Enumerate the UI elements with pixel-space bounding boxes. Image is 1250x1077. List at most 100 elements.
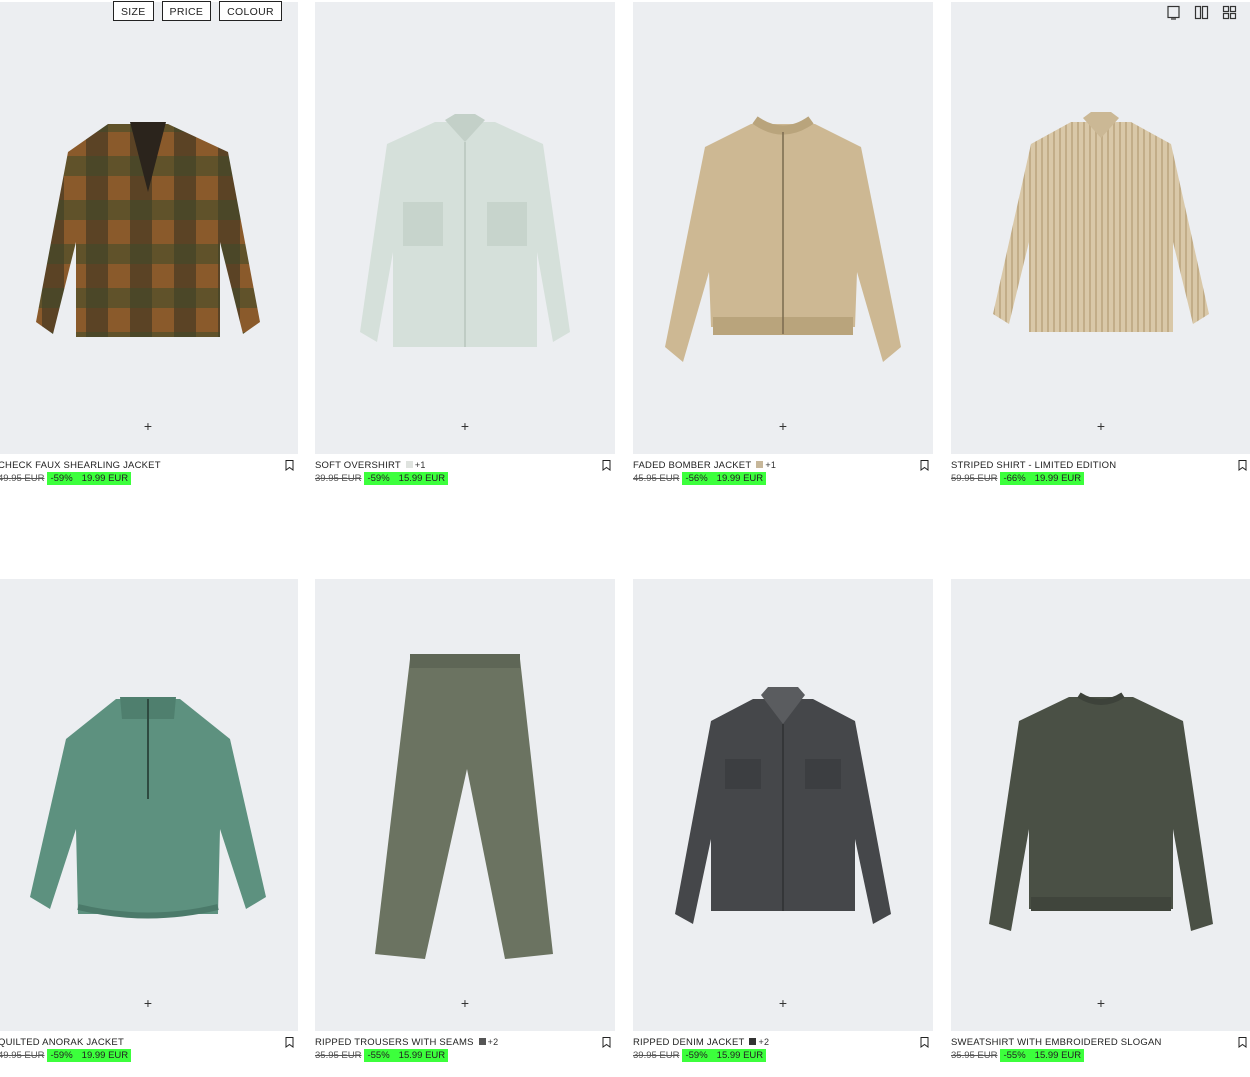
product-image[interactable]: + bbox=[315, 579, 615, 1031]
product-title[interactable]: SOFT OVERSHIRT +1 bbox=[315, 460, 426, 471]
discount-badge: -55% bbox=[364, 1049, 393, 1062]
discount-badge: -59% bbox=[47, 472, 76, 485]
price-filter-button[interactable]: PRICE bbox=[161, 1, 212, 21]
striped-shirt-illustration bbox=[993, 112, 1209, 332]
product-image[interactable]: + bbox=[0, 2, 298, 454]
discount-badge: -55% bbox=[1000, 1049, 1029, 1062]
product-image[interactable]: + bbox=[633, 2, 933, 454]
price-row: 39.95 EUR -59% 15.99 EUR bbox=[633, 1049, 767, 1063]
product-title-text: FADED BOMBER JACKET bbox=[633, 460, 752, 471]
original-price: 49.95 EUR bbox=[0, 1050, 45, 1061]
product-image[interactable]: + bbox=[951, 2, 1250, 454]
product-title-text: RIPPED DENIM JACKET bbox=[633, 1037, 745, 1048]
more-colors-count: +2 bbox=[487, 1037, 499, 1047]
add-to-bag-plus-icon[interactable]: + bbox=[1094, 996, 1108, 1010]
product-title[interactable]: RIPPED TROUSERS WITH SEAMS +2 bbox=[315, 1037, 498, 1048]
color-swatch bbox=[478, 1038, 486, 1045]
product-image[interactable]: + bbox=[633, 579, 933, 1031]
add-to-bag-plus-icon[interactable]: + bbox=[776, 419, 790, 433]
view-toggle-group bbox=[1166, 5, 1237, 20]
single-view-icon[interactable] bbox=[1166, 5, 1181, 20]
color-swatch bbox=[405, 461, 413, 468]
price-row: 49.95 EUR -59% 19.99 EUR bbox=[0, 472, 132, 486]
product-title-text: CHECK FAUX SHEARLING JACKET bbox=[0, 460, 161, 471]
original-price: 59.95 EUR bbox=[951, 473, 998, 484]
sale-price: 19.99 EUR bbox=[75, 1049, 132, 1062]
discount-badge: -59% bbox=[364, 472, 393, 485]
bookmark-icon[interactable] bbox=[285, 1037, 294, 1048]
sweatshirt-illustration bbox=[989, 692, 1213, 931]
colour-filter-button[interactable]: COLOUR bbox=[219, 1, 282, 21]
color-swatch bbox=[756, 461, 764, 468]
bookmark-icon[interactable] bbox=[1238, 1037, 1247, 1048]
add-to-bag-plus-icon[interactable]: + bbox=[458, 996, 472, 1010]
product-title[interactable]: FADED BOMBER JACKET +1 bbox=[633, 460, 776, 471]
filter-bar: SIZE PRICE COLOUR bbox=[113, 1, 282, 21]
product-title-row: RIPPED TROUSERS WITH SEAMS +2 bbox=[315, 1037, 615, 1049]
discount-badge: -66% bbox=[1000, 472, 1029, 485]
product-image[interactable]: + bbox=[315, 2, 615, 454]
add-to-bag-plus-icon[interactable]: + bbox=[141, 996, 155, 1010]
sale-price: 19.99 EUR bbox=[1028, 472, 1085, 485]
more-colors-count: +2 bbox=[758, 1037, 770, 1047]
check-jacket-illustration bbox=[36, 122, 260, 337]
product-title[interactable]: CHECK FAUX SHEARLING JACKET bbox=[0, 460, 161, 471]
color-swatch bbox=[749, 1038, 757, 1045]
sale-price: 15.99 EUR bbox=[1028, 1049, 1085, 1062]
product-title-row: SOFT OVERSHIRT +1 bbox=[315, 460, 615, 472]
product-title-row: RIPPED DENIM JACKET +2 bbox=[633, 1037, 933, 1049]
bookmark-icon[interactable] bbox=[920, 460, 929, 471]
add-to-bag-plus-icon[interactable]: + bbox=[141, 419, 155, 433]
overshirt-illustration bbox=[360, 114, 570, 347]
bookmark-icon[interactable] bbox=[1238, 460, 1247, 471]
product-title-text: SOFT OVERSHIRT bbox=[315, 460, 401, 471]
product-title[interactable]: SWEATSHIRT WITH EMBROIDERED SLOGAN bbox=[951, 1037, 1162, 1048]
original-price: 35.95 EUR bbox=[951, 1050, 998, 1061]
price-row: 59.95 EUR -66% 19.99 EUR bbox=[951, 472, 1085, 486]
product-title[interactable]: QUILTED ANORAK JACKET bbox=[0, 1037, 124, 1048]
bomber-illustration bbox=[665, 116, 901, 362]
original-price: 45.95 EUR bbox=[633, 473, 680, 484]
product-title-row: SWEATSHIRT WITH EMBROIDERED SLOGAN bbox=[951, 1037, 1250, 1049]
price-row: 45.95 EUR -56% 19.99 EUR bbox=[633, 472, 767, 486]
product-title-text: RIPPED TROUSERS WITH SEAMS bbox=[315, 1037, 474, 1048]
price-row: 39.95 EUR -59% 15.99 EUR bbox=[315, 472, 449, 486]
more-colors-count: +1 bbox=[765, 460, 777, 470]
original-price: 39.95 EUR bbox=[315, 473, 362, 484]
anorak-illustration bbox=[30, 697, 266, 919]
product-title-text: SWEATSHIRT WITH EMBROIDERED SLOGAN bbox=[951, 1037, 1162, 1048]
bookmark-icon[interactable] bbox=[602, 1037, 611, 1048]
product-title-text: QUILTED ANORAK JACKET bbox=[0, 1037, 124, 1048]
price-row: 35.95 EUR -55% 15.99 EUR bbox=[951, 1049, 1085, 1063]
discount-badge: -59% bbox=[682, 1049, 711, 1062]
more-colors-count: +1 bbox=[414, 460, 426, 470]
grid-view-icon[interactable] bbox=[1222, 5, 1237, 20]
add-to-bag-plus-icon[interactable]: + bbox=[776, 996, 790, 1010]
trousers-illustration bbox=[375, 654, 553, 959]
product-title-row: QUILTED ANORAK JACKET bbox=[0, 1037, 298, 1049]
size-filter-button[interactable]: SIZE bbox=[113, 1, 154, 21]
sale-price: 19.99 EUR bbox=[710, 472, 767, 485]
price-row: 35.95 EUR -55% 15.99 EUR bbox=[315, 1049, 449, 1063]
discount-badge: -59% bbox=[47, 1049, 76, 1062]
bookmark-icon[interactable] bbox=[285, 460, 294, 471]
product-title[interactable]: RIPPED DENIM JACKET +2 bbox=[633, 1037, 769, 1048]
original-price: 35.95 EUR bbox=[315, 1050, 362, 1061]
bookmark-icon[interactable] bbox=[602, 460, 611, 471]
product-image[interactable]: + bbox=[951, 579, 1250, 1031]
double-view-icon[interactable] bbox=[1194, 5, 1209, 20]
add-to-bag-plus-icon[interactable]: + bbox=[1094, 419, 1108, 433]
sale-price: 15.99 EUR bbox=[710, 1049, 767, 1062]
product-title-text: STRIPED SHIRT - LIMITED EDITION bbox=[951, 460, 1117, 471]
product-image[interactable]: + bbox=[0, 579, 298, 1031]
product-title-row: FADED BOMBER JACKET +1 bbox=[633, 460, 933, 472]
price-row: 49.95 EUR -59% 19.99 EUR bbox=[0, 1049, 132, 1063]
sale-price: 15.99 EUR bbox=[392, 1049, 449, 1062]
product-title-row: CHECK FAUX SHEARLING JACKET bbox=[0, 460, 298, 472]
original-price: 49.95 EUR bbox=[0, 473, 45, 484]
bookmark-icon[interactable] bbox=[920, 1037, 929, 1048]
denim-illustration bbox=[675, 687, 891, 924]
product-title-row: STRIPED SHIRT - LIMITED EDITION bbox=[951, 460, 1250, 472]
product-title[interactable]: STRIPED SHIRT - LIMITED EDITION bbox=[951, 460, 1116, 471]
add-to-bag-plus-icon[interactable]: + bbox=[458, 419, 472, 433]
